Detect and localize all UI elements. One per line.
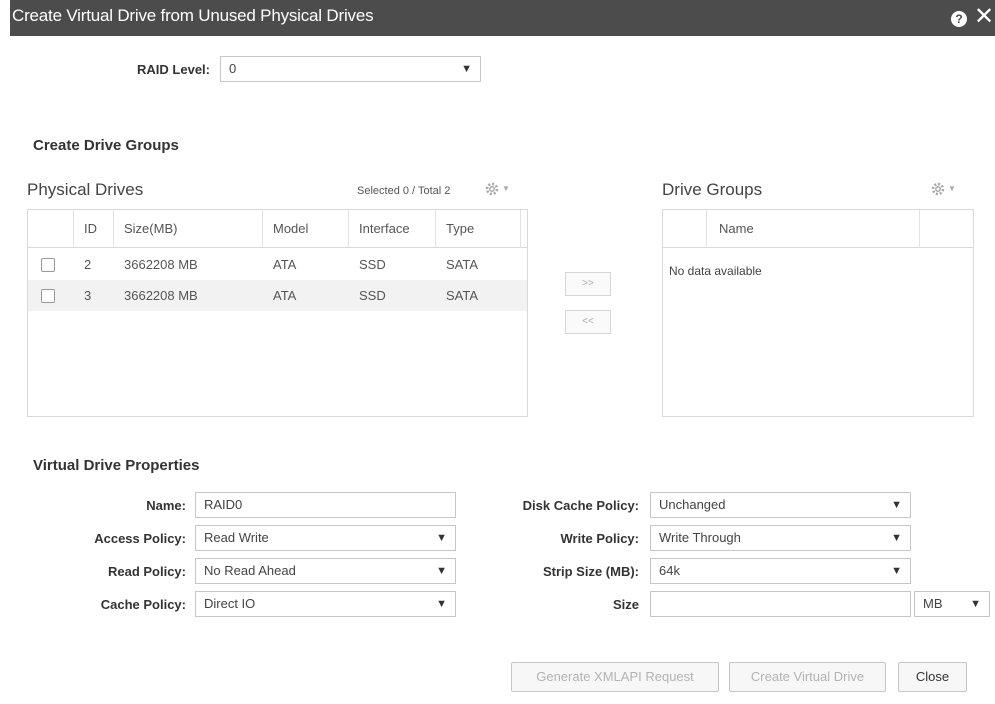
help-icon[interactable]: ? [951,11,967,27]
chevron-down-icon: ▼ [436,565,447,577]
gear-icon[interactable]: ▼ [930,180,958,198]
row-model: ATA [273,288,297,303]
drive-groups-header: Name [663,210,973,248]
chevron-down-icon: ▼ [436,598,447,610]
empty-message: No data available [669,264,762,278]
strip-size-value: 64k [659,563,680,578]
disk-cache-policy-label: Disk Cache Policy: [522,498,639,513]
row-interface: SSD [359,257,386,272]
access-policy-value: Read Write [204,530,269,545]
chevron-down-icon: ▼ [948,184,956,193]
cache-policy-select[interactable]: Direct IO ▼ [195,591,456,617]
gear-icon[interactable]: ▼ [484,180,512,198]
size-unit-value: MB [923,596,943,611]
dialog-titlebar: Create Virtual Drive from Unused Physica… [10,0,995,36]
chevron-down-icon: ▼ [891,565,902,577]
size-unit-select[interactable]: MB ▼ [914,591,990,617]
dialog-title: Create Virtual Drive from Unused Physica… [12,6,374,25]
chevron-down-icon: ▼ [436,532,447,544]
size-input[interactable] [650,591,911,617]
column-header-size[interactable]: Size(MB) [114,210,263,248]
disk-cache-policy-value: Unchanged [659,497,726,512]
column-header-model[interactable]: Model [263,210,349,248]
physical-drives-header: ID Size(MB) Model Interface Type [28,210,527,248]
row-interface: SSD [359,288,386,303]
table-row[interactable]: 2 3662208 MB ATA SSD SATA [28,249,527,280]
drive-groups-table: Name No data available [662,209,974,417]
chevron-down-icon: ▼ [970,598,981,610]
raid-level-select[interactable]: 0 ▼ [220,56,481,82]
disk-cache-policy-select[interactable]: Unchanged ▼ [650,492,911,518]
row-model: ATA [273,257,297,272]
name-label: Name: [146,498,186,513]
remove-from-group-button[interactable]: << [565,310,611,334]
generate-xmlapi-button[interactable]: Generate XMLAPI Request [511,662,719,692]
drive-groups-title: Drive Groups [662,180,763,199]
access-policy-label: Access Policy: [94,531,186,546]
physical-drives-title: Physical Drives [27,180,144,199]
column-header-type[interactable]: Type [436,210,521,248]
row-checkbox[interactable] [41,258,55,272]
vd-properties-title: Virtual Drive Properties [33,457,200,474]
chevron-down-icon: ▼ [502,184,510,193]
read-policy-value: No Read Ahead [204,563,296,578]
access-policy-select[interactable]: Read Write ▼ [195,525,456,551]
selection-count: Selected 0 / Total 2 [357,185,451,197]
add-to-group-button[interactable]: >> [565,272,611,296]
row-type: SATA [446,257,479,272]
read-policy-select[interactable]: No Read Ahead ▼ [195,558,456,584]
close-button[interactable]: Close [898,662,967,692]
header-select-column [28,210,74,248]
write-policy-value: Write Through [659,530,741,545]
row-size: 3662208 MB [124,288,198,303]
close-icon[interactable]: ✕ [973,4,995,30]
cache-policy-value: Direct IO [204,596,256,611]
chevron-down-icon: ▼ [891,532,902,544]
read-policy-label: Read Policy: [107,564,186,579]
chevron-down-icon: ▼ [461,63,472,75]
create-virtual-drive-button[interactable]: Create Virtual Drive [729,662,886,692]
physical-drives-table: ID Size(MB) Model Interface Type 2 36622… [27,209,528,417]
write-policy-label: Write Policy: [560,531,639,546]
gear-icon-graphic [931,182,945,196]
row-id: 3 [84,288,92,303]
chevron-down-icon: ▼ [891,499,902,511]
row-id: 2 [84,257,92,272]
strip-size-select[interactable]: 64k ▼ [650,558,911,584]
column-header-interface[interactable]: Interface [349,210,436,248]
raid-level-label: RAID Level: [137,62,210,77]
name-input[interactable]: RAID0 [195,492,456,518]
column-header-id[interactable]: ID [74,210,114,248]
column-header-name[interactable]: Name [707,210,920,248]
create-drive-groups-title: Create Drive Groups [33,137,179,154]
row-checkbox[interactable] [41,289,55,303]
row-size: 3662208 MB [124,257,198,272]
cache-policy-label: Cache Policy: [100,597,186,612]
header-spacer [663,210,707,248]
strip-size-label: Strip Size (MB): [542,564,639,579]
write-policy-select[interactable]: Write Through ▼ [650,525,911,551]
raid-level-value: 0 [229,61,237,76]
row-type: SATA [446,288,479,303]
gear-icon-graphic [485,182,499,196]
table-row[interactable]: 3 3662208 MB ATA SSD SATA [28,280,527,311]
size-label: Size [612,597,639,612]
